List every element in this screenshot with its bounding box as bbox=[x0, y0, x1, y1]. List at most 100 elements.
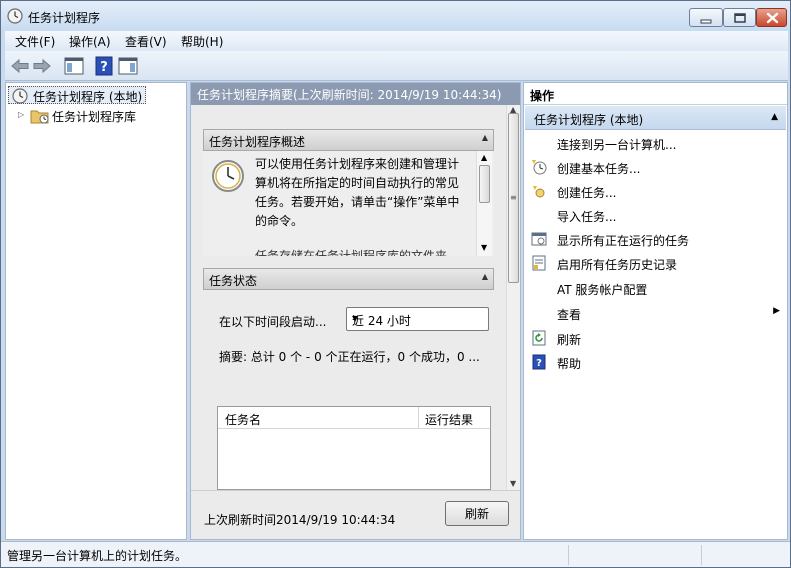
last-refresh-text: 上次刷新时间2014/9/19 10:44:34 bbox=[204, 513, 396, 527]
expand-arrow-icon[interactable]: ▷ bbox=[18, 110, 24, 119]
tree-item-label: 任务计划程序 (本地) bbox=[33, 90, 143, 104]
actions-header: 操作 bbox=[524, 83, 787, 105]
maximize-button[interactable] bbox=[723, 8, 756, 27]
action-label: 创建基本任务... bbox=[557, 162, 641, 176]
task-status-table[interactable]: 任务名 运行结果 bbox=[217, 406, 491, 490]
minimize-button[interactable] bbox=[689, 8, 723, 27]
summary-header-text: 任务计划程序摘要(上次刷新时间: 2014/9/19 10:44:34) bbox=[197, 88, 502, 102]
minimize-icon bbox=[700, 19, 712, 24]
tree-item-root[interactable]: 任务计划程序 (本地) bbox=[8, 86, 146, 104]
create-task-icon bbox=[533, 186, 545, 198]
scroll-thumb[interactable] bbox=[479, 165, 490, 203]
summary-body: 任务计划程序概述 ▲ 可以使用任务计划程序来创建和管理计算机将在所指定的时间自动… bbox=[191, 105, 506, 490]
status-body: 在以下时间段启动... 近 24 小时 ▼ 摘要: 总计 0 个 - 0 个正在… bbox=[203, 290, 494, 490]
close-button[interactable] bbox=[756, 8, 787, 27]
menu-action[interactable]: 操作(A) bbox=[69, 33, 111, 50]
action-show-running-tasks[interactable]: 显示所有正在运行的任务 bbox=[524, 228, 787, 250]
status-bar-divider bbox=[701, 545, 702, 565]
navigation-tree: 任务计划程序 (本地) ▷ 任务计划程序库 bbox=[5, 82, 187, 540]
show-hide-action-pane-icon[interactable] bbox=[117, 55, 139, 77]
refresh-icon bbox=[532, 330, 546, 346]
actions-group-header[interactable]: 任务计划程序 (本地) ▲ bbox=[525, 106, 786, 130]
summary-scrollbar[interactable]: ▲ ≡ ▼ bbox=[506, 105, 520, 490]
running-tasks-icon bbox=[531, 232, 547, 246]
table-header: 任务名 运行结果 bbox=[218, 407, 490, 429]
status-title: 任务状态 bbox=[209, 274, 258, 288]
chevron-down-icon: ▼ bbox=[352, 314, 359, 323]
menu-help[interactable]: 帮助(H) bbox=[181, 33, 223, 50]
action-connect-computer[interactable]: 连接到另一台计算机... bbox=[524, 132, 787, 154]
status-bar-divider bbox=[568, 545, 569, 565]
column-header-task-name[interactable]: 任务名 bbox=[225, 411, 261, 428]
action-label: 显示所有正在运行的任务 bbox=[557, 234, 690, 248]
status-summary: 摘要: 总计 0 个 - 0 个正在运行，0 个成功，0 ... bbox=[219, 350, 480, 364]
summary-footer: 上次刷新时间2014/9/19 10:44:34 刷新 bbox=[191, 490, 520, 539]
collapse-arrow-icon[interactable]: ▲ bbox=[482, 133, 488, 142]
summary-header: 任务计划程序摘要(上次刷新时间: 2014/9/19 10:44:34) bbox=[191, 83, 520, 105]
action-label: 连接到另一台计算机... bbox=[557, 138, 677, 152]
action-label: 创建任务... bbox=[557, 186, 617, 200]
period-label: 在以下时间段启动... bbox=[219, 315, 327, 329]
submenu-arrow-icon: ▶ bbox=[773, 306, 780, 316]
title-bar[interactable]: 任务计划程序 bbox=[1, 1, 790, 31]
collapse-arrow-icon[interactable]: ▲ bbox=[482, 272, 488, 281]
help-icon[interactable]: ? bbox=[93, 55, 115, 77]
svg-text:?: ? bbox=[536, 358, 542, 369]
action-label: 启用所有任务历史记录 bbox=[557, 258, 678, 272]
action-label: AT 服务帐户配置 bbox=[557, 283, 648, 297]
action-create-task[interactable]: 创建任务... bbox=[524, 180, 787, 202]
collapse-arrow-icon[interactable]: ▲ bbox=[771, 112, 778, 122]
status-bar: 管理另一台计算机上的计划任务。 bbox=[1, 541, 790, 567]
action-refresh[interactable]: 刷新 bbox=[524, 327, 787, 349]
svg-text:?: ? bbox=[100, 60, 108, 75]
back-arrow-icon[interactable] bbox=[9, 55, 31, 77]
action-at-service-config[interactable]: AT 服务帐户配置 bbox=[524, 277, 787, 299]
overview-body: 可以使用任务计划程序来创建和管理计算机将在所指定的时间自动执行的常见任务。若要开… bbox=[203, 151, 494, 256]
tree-item-library[interactable]: ▷ 任务计划程序库 bbox=[18, 107, 178, 125]
action-label: 刷新 bbox=[557, 333, 582, 347]
forward-arrow-icon[interactable] bbox=[31, 55, 53, 77]
period-select[interactable]: 近 24 小时 ▼ bbox=[346, 307, 489, 331]
actions-pane: 操作 任务计划程序 (本地) ▲ 连接到另一台计算机... 创建基本任务... … bbox=[523, 82, 788, 540]
scroll-down-icon[interactable]: ▼ bbox=[481, 243, 487, 252]
tree-item-label: 任务计划程序库 bbox=[52, 110, 137, 124]
maximize-icon bbox=[734, 13, 746, 23]
action-create-basic-task[interactable]: 创建基本任务... bbox=[524, 156, 787, 178]
action-enable-history[interactable]: 启用所有任务历史记录 bbox=[524, 252, 787, 274]
show-hide-tree-icon[interactable] bbox=[63, 55, 85, 77]
scroll-down-icon[interactable]: ▼ bbox=[510, 479, 516, 488]
menu-file[interactable]: 文件(F) bbox=[15, 33, 55, 50]
clock-icon bbox=[212, 160, 244, 192]
actions-group-title: 任务计划程序 (本地) bbox=[534, 113, 644, 127]
action-view[interactable]: 查看 ▶ bbox=[524, 302, 787, 324]
actions-header-text: 操作 bbox=[530, 89, 555, 103]
toolbar: ? bbox=[5, 51, 788, 81]
action-label: 查看 bbox=[557, 308, 582, 322]
overview-section-header[interactable]: 任务计划程序概述 ▲ bbox=[203, 129, 494, 151]
column-header-run-result[interactable]: 运行结果 bbox=[425, 411, 473, 428]
window: 任务计划程序 文件(F) 操作(A) 查看(V) 帮助(H) ? 任务计划程序 … bbox=[0, 0, 791, 568]
action-label: 帮助 bbox=[557, 357, 582, 371]
scroll-grip-icon: ≡ bbox=[510, 193, 517, 202]
clock-icon bbox=[7, 8, 23, 24]
action-label: 导入任务... bbox=[557, 210, 617, 224]
window-title: 任务计划程序 bbox=[28, 11, 101, 25]
overview-more-text: 任务存储在任务计划程序库的文件夹 bbox=[255, 249, 448, 256]
scroll-up-icon[interactable]: ▲ bbox=[481, 153, 487, 162]
refresh-button[interactable]: 刷新 bbox=[445, 501, 509, 526]
folder-clock-icon bbox=[30, 110, 49, 124]
basic-task-icon bbox=[532, 160, 547, 175]
action-import-task[interactable]: 导入任务... bbox=[524, 204, 787, 226]
clock-icon bbox=[12, 88, 28, 104]
summary-pane: 任务计划程序摘要(上次刷新时间: 2014/9/19 10:44:34) 任务计… bbox=[190, 82, 521, 540]
close-icon bbox=[766, 12, 779, 24]
column-divider[interactable] bbox=[418, 407, 419, 429]
status-bar-text: 管理另一台计算机上的计划任务。 bbox=[7, 549, 188, 563]
history-icon bbox=[532, 255, 546, 271]
overview-title: 任务计划程序概述 bbox=[209, 135, 306, 149]
help-icon: ? bbox=[532, 354, 546, 370]
status-section-header[interactable]: 任务状态 ▲ bbox=[203, 268, 494, 290]
menu-view[interactable]: 查看(V) bbox=[125, 33, 167, 50]
action-help[interactable]: ? 帮助 bbox=[524, 351, 787, 373]
overview-scrollbar[interactable]: ▲ ▼ bbox=[476, 151, 492, 256]
